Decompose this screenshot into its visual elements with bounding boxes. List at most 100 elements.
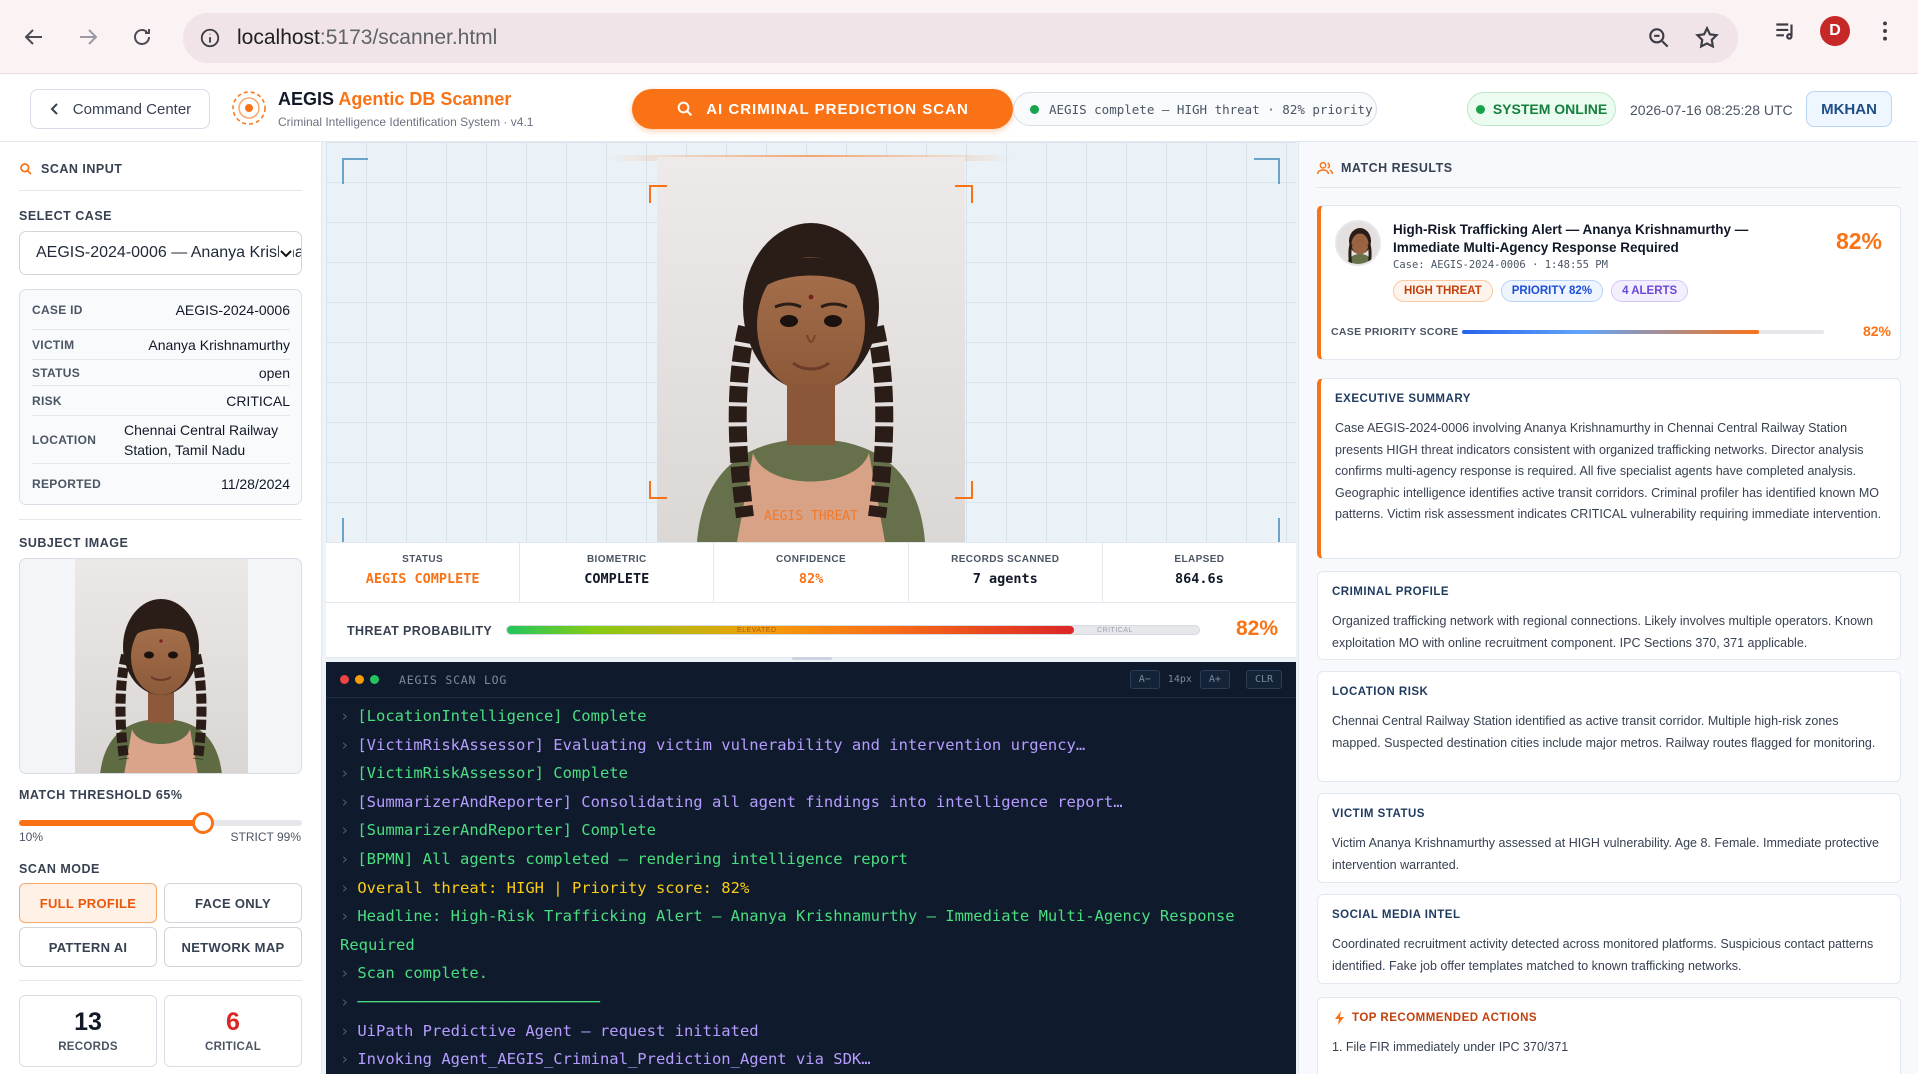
criminal-profile-heading: CRIMINAL PROFILE <box>1332 586 1450 598</box>
log-line-text: UiPath Predictive Agent — request initia… <box>357 1021 759 1040</box>
address-bar[interactable]: localhost:5173/scanner.html <box>183 13 1738 63</box>
match-avatar <box>1335 220 1381 266</box>
reload-icon[interactable] <box>122 17 162 57</box>
case-select[interactable]: AEGIS-2024-0006 — Ananya Krishnamurthy <box>19 231 302 275</box>
viewer-corner <box>1254 518 1280 542</box>
log-title: AEGIS SCAN LOG <box>399 672 508 687</box>
log-line: › [SummarizerAndReporter] Complete <box>340 816 1282 845</box>
executive-summary-text: Case AEGIS-2024-0006 involving Ananya Kr… <box>1335 421 1882 521</box>
location-value: Chennai Central Railway Station, Tamil N… <box>124 421 279 458</box>
stat-records-scanned: RECORDS SCANNED 7 agents <box>909 543 1103 602</box>
url-text[interactable]: localhost:5173/scanner.html <box>237 26 497 50</box>
log-prompt-icon: › <box>340 735 350 754</box>
slider-thumb[interactable] <box>191 812 214 834</box>
risk-value: CRITICAL <box>226 392 290 409</box>
case-priority-score: CASE PRIORITY SCORE 82% <box>1331 323 1891 340</box>
log-line-text: [LocationIntelligence] Complete <box>357 707 647 725</box>
victim-row: VICTIM Ananya Krishnamurthy <box>32 330 290 360</box>
site-info-icon[interactable] <box>199 27 221 49</box>
victim-status-card: VICTIM STATUS Victim Ananya Krishnamurth… <box>1317 793 1901 883</box>
viewer-corner <box>342 158 368 184</box>
stat-confidence: CONFIDENCE 82% <box>714 543 909 602</box>
stat-elapsed: ELAPSED 864.6s <box>1103 543 1296 602</box>
log-line-text: [SummarizerAndReporter] Consolidating al… <box>357 792 1123 811</box>
threat-percentage: 82% <box>1235 617 1278 640</box>
bookmark-star-icon[interactable] <box>1694 25 1720 51</box>
case-select-value: AEGIS-2024-0006 — Ananya Krishnamurthy <box>36 244 301 261</box>
records-label: RECORDS <box>58 1041 118 1053</box>
aegis-logo-icon <box>232 91 266 125</box>
log-line: › [BPMN] All agents completed — rendering… <box>340 845 1282 874</box>
threshold-max-label: STRICT 99% <box>230 830 301 844</box>
forward-arrow-icon[interactable] <box>68 17 108 57</box>
recommended-actions-card: TOP RECOMMENDED ACTIONS 1. File FIR imme… <box>1317 997 1901 1074</box>
log-prompt-icon: › <box>340 992 350 1011</box>
face-bracket <box>649 185 667 203</box>
reported-value: 11/28/2024 <box>220 476 290 492</box>
scan-stats-bar: STATUS AEGIS COMPLETE BIOMETRIC COMPLETE C… <box>326 542 1296 602</box>
profile-avatar[interactable]: D <box>1820 16 1850 46</box>
match-badges: HIGH THREAT PRIORITY 82% 4 ALERTS <box>1393 280 1689 302</box>
portrait-photo <box>657 157 965 542</box>
log-line: › Invoking Agent_AEGIS_Criminal_Predictio… <box>340 1045 1282 1074</box>
threat-mid-tick: ELEVATED <box>737 627 777 634</box>
stat-value: 864.6s <box>1175 571 1224 587</box>
log-line-text: Scan complete. <box>357 964 488 983</box>
mode-pattern-ai-button[interactable]: PATTERN AI <box>19 927 157 967</box>
subject-image <box>19 558 302 774</box>
executive-summary-heading: EXECUTIVE SUMMARY <box>1335 393 1471 405</box>
face-bracket <box>955 185 973 203</box>
font-increase-button[interactable]: A+ <box>1199 670 1230 689</box>
clear-log-button[interactable]: CLR <box>1245 670 1282 689</box>
threat-fill <box>507 626 1075 634</box>
log-prompt-icon: › <box>340 1050 350 1069</box>
stat-value: 7 agents <box>972 571 1038 587</box>
brand-title: AEGIS Agentic DB Scanner <box>278 89 511 110</box>
resize-handle[interactable] <box>792 657 832 660</box>
log-line: › [SummarizerAndReporter] Consolidating a… <box>340 788 1282 817</box>
match-headline: High-Risk Trafficking Alert — Ananya Kri… <box>1393 222 1749 255</box>
scan-overlay-label: AEGIS THREAT <box>764 509 858 524</box>
font-decrease-button[interactable]: A− <box>1129 670 1160 689</box>
threshold-min-label: 10% <box>19 830 44 844</box>
match-result-card[interactable]: High-Risk Trafficking Alert — Ananya Kri… <box>1317 205 1901 360</box>
scan-status-pill: AEGIS complete — HIGH threat · 82% prior… <box>1013 92 1377 126</box>
log-prompt-icon: › <box>340 1021 350 1040</box>
records-count: 13 <box>74 1008 102 1036</box>
log-body[interactable]: › [LocationIntelligence] Complete › [Victim… <box>326 698 1296 1074</box>
stat-value: 82% <box>798 571 824 587</box>
records-stat-card: 13 RECORDS <box>19 995 157 1067</box>
mode-face-only-button[interactable]: FACE ONLY <box>164 883 302 923</box>
mode-network-map-button[interactable]: NETWORK MAP <box>164 927 302 967</box>
mode-full-profile-button[interactable]: FULL PROFILE <box>19 883 157 923</box>
threat-probability-bar: THREAT PROBABILITY ELEVATED CRITICAL 82% <box>326 602 1296 658</box>
log-prompt-icon: › <box>340 907 350 926</box>
stat-value: AEGIS COMPLETE <box>365 571 480 587</box>
scan-status-text: AEGIS complete — HIGH threat · 82% prior… <box>1049 101 1373 117</box>
match-threshold-slider[interactable] <box>19 812 302 834</box>
match-threshold-label: MATCH THRESHOLD 65% <box>19 788 183 802</box>
media-queue-icon[interactable] <box>1772 18 1798 44</box>
log-line-text: Headline: High-Risk Trafficking Alert — … <box>340 907 1244 954</box>
user-badge[interactable]: MKHAN <box>1806 91 1892 127</box>
scan-input-title: SCAN INPUT <box>41 162 123 176</box>
status-dot-icon <box>1030 104 1039 114</box>
command-center-button[interactable]: Command Center <box>30 89 210 129</box>
threat-probability-label: THREAT PROBABILITY <box>347 624 493 638</box>
high-threat-badge: HIGH THREAT <box>1393 280 1493 302</box>
location-row: LOCATION Chennai Central Railway Station,… <box>32 416 290 464</box>
brand-name: AEGIS <box>278 89 335 109</box>
scan-mode-label: SCAN MODE <box>19 862 100 876</box>
scan-log-terminal: AEGIS SCAN LOG A− 14px A+ CLR › [Location… <box>326 662 1296 1074</box>
back-arrow-icon[interactable] <box>14 17 54 57</box>
system-online-text: SYSTEM ONLINE <box>1492 101 1608 117</box>
criminal-prediction-scan-button[interactable]: AI CRIMINAL PREDICTION SCAN <box>632 89 1013 129</box>
viewer-corner <box>342 518 368 542</box>
zoom-icon[interactable] <box>1646 25 1672 51</box>
location-key: LOCATION <box>32 432 97 447</box>
status-row: STATUS open <box>32 360 290 386</box>
executive-summary-card: EXECUTIVE SUMMARY Case AEGIS-2024-0006 i… <box>1317 378 1901 559</box>
system-online-badge: SYSTEM ONLINE <box>1467 92 1616 126</box>
recommended-actions-text: 1. File FIR immediately under IPC 370/37… <box>1332 1040 1569 1054</box>
kebab-menu-icon[interactable] <box>1872 18 1898 44</box>
